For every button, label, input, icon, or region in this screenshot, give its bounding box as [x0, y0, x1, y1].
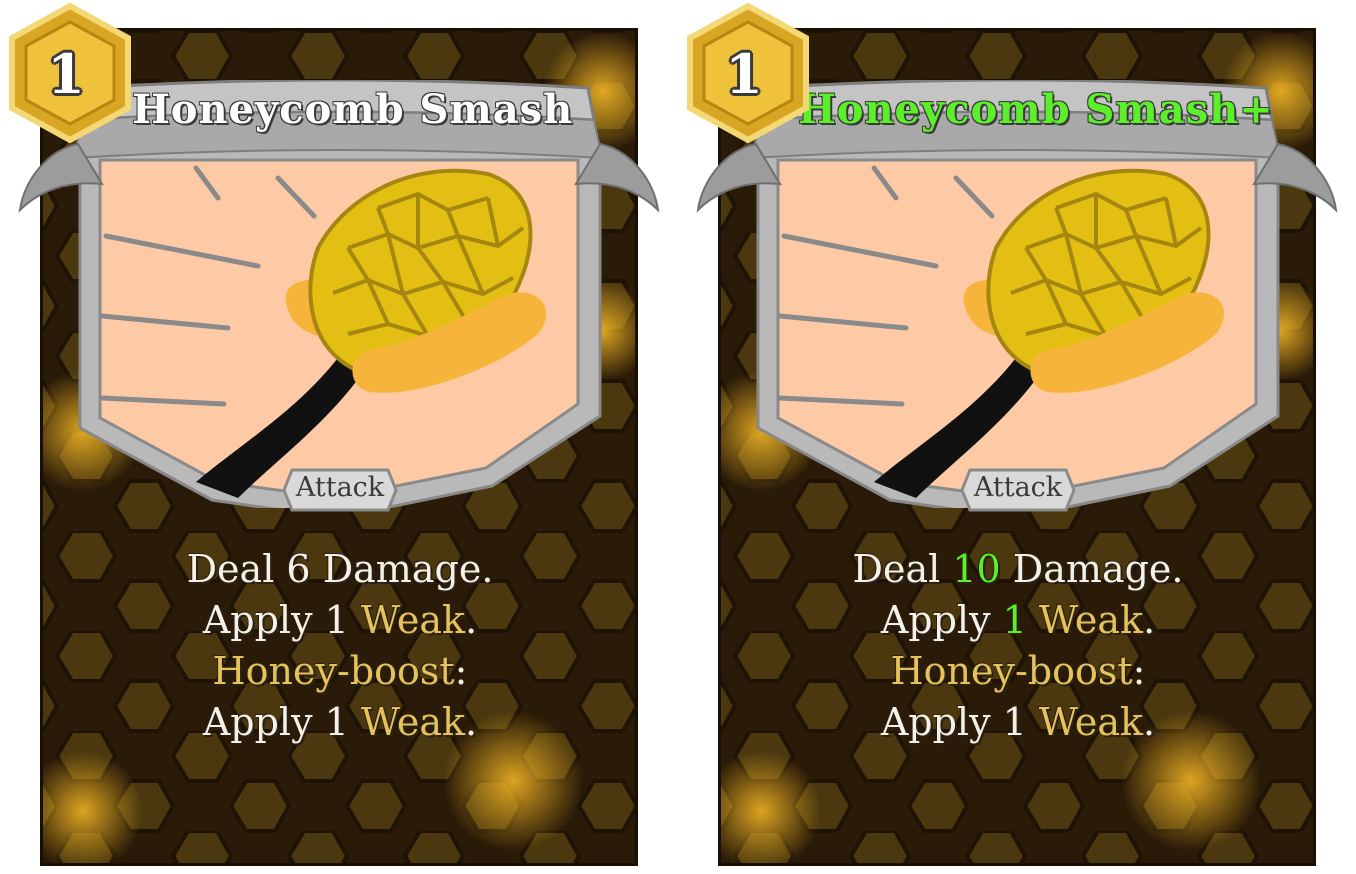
- upgraded-value: 1: [1002, 598, 1027, 642]
- desc-line-boost-weak: Apply 1 Weak.: [202, 700, 478, 744]
- desc-line-honey-boost: Honey-boost:: [212, 649, 468, 693]
- desc-line-damage: Deal 6 Damage.: [186, 547, 494, 591]
- desc-line-weak: Apply 1 Weak.: [880, 598, 1156, 642]
- keyword-honey-boost: Honey-boost: [212, 649, 455, 693]
- card-description: Deal 10 Damage. Apply 1 Weak. Honey-boos…: [778, 544, 1258, 748]
- keyword-weak: Weak: [1038, 700, 1144, 744]
- card-description: Deal 6 Damage. Apply 1 Weak. Honey-boost…: [100, 544, 580, 748]
- keyword-weak: Weak: [360, 700, 466, 744]
- keyword-weak: Weak: [360, 598, 466, 642]
- desc-line-weak: Apply 1 Weak.: [202, 598, 478, 642]
- energy-cost: 1: [47, 42, 85, 106]
- card-honeycomb-smash[interactable]: Honeycomb Smash 1 Attack Deal 6 Damage. …: [9, 2, 660, 866]
- card-type: Attack: [973, 472, 1063, 503]
- card-title: Honeycomb Smash: [132, 86, 574, 133]
- card-honeycomb-smash-plus[interactable]: Honeycomb Smash+ 1 Attack Deal 10 Damage…: [687, 2, 1338, 866]
- keyword-weak: Weak: [1038, 598, 1144, 642]
- desc-line-damage: Deal 10 Damage.: [852, 547, 1184, 591]
- card-type: Attack: [295, 472, 385, 503]
- upgraded-value: 10: [952, 547, 1001, 591]
- desc-line-honey-boost: Honey-boost:: [890, 649, 1146, 693]
- energy-cost: 1: [725, 42, 763, 106]
- desc-line-boost-weak: Apply 1 Weak.: [880, 700, 1156, 744]
- keyword-honey-boost: Honey-boost: [890, 649, 1133, 693]
- card-title: Honeycomb Smash+: [798, 86, 1274, 133]
